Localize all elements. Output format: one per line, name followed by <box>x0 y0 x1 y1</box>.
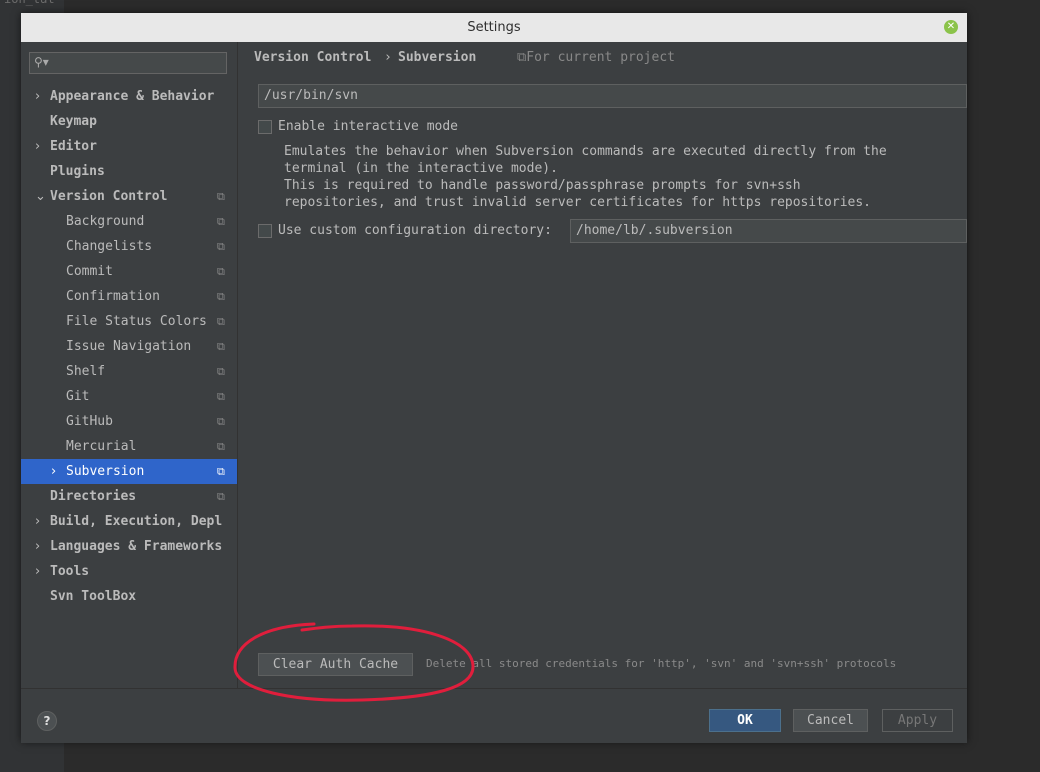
sidebar-item-label: Subversion <box>66 464 145 479</box>
sidebar-item-label: Background <box>66 214 145 229</box>
sidebar-item-label: Editor <box>50 139 97 154</box>
custom-config-dir-label[interactable]: Use custom configuration directory: <box>278 223 552 238</box>
chevron-right-icon[interactable]: › <box>35 509 40 534</box>
sidebar-item[interactable]: Git ⧉ <box>21 384 237 409</box>
sidebar-item-label: Shelf <box>66 364 106 379</box>
sidebar-item-label: File Status Colors <box>66 314 207 329</box>
project-scope-icon: ⧉ <box>217 415 225 428</box>
sidebar-item[interactable]: GitHub ⧉ <box>21 409 237 434</box>
project-scope-icon: ⧉ <box>217 340 225 353</box>
sidebar-item[interactable]: Keymap <box>21 109 237 134</box>
settings-dialog: Settings ✕ ⚲▾ › Appearance & Behavior Keym… <box>21 13 967 743</box>
breadcrumb-version-control[interactable]: Version Control <box>254 50 371 65</box>
sidebar-item[interactable]: Changelists ⧉ <box>21 234 237 259</box>
sidebar-item[interactable]: Commit ⧉ <box>21 259 237 284</box>
dialog-footer: ? OK Cancel Apply <box>21 688 967 743</box>
sidebar-item-label: Svn ToolBox <box>50 589 137 604</box>
chevron-right-icon[interactable]: › <box>35 534 40 559</box>
sidebar-item[interactable]: Svn ToolBox <box>21 584 237 609</box>
sidebar-item[interactable]: › Tools <box>21 559 237 584</box>
sidebar-item[interactable]: Shelf ⧉ <box>21 359 237 384</box>
chevron-right-icon[interactable]: › <box>51 459 56 484</box>
apply-button: Apply <box>882 709 953 732</box>
description-line-3: This is required to handle password/pass… <box>284 178 801 193</box>
sidebar-item[interactable]: Mercurial ⧉ <box>21 434 237 459</box>
project-scope-icon: ⧉ <box>217 240 225 253</box>
cancel-button[interactable]: Cancel <box>793 709 868 732</box>
sidebar-item-label: Issue Navigation <box>66 339 192 354</box>
clear-auth-cache-button[interactable]: Clear Auth Cache <box>258 653 413 676</box>
clear-auth-cache-description: Delete all stored credentials for 'http'… <box>426 657 897 670</box>
sidebar-item-label: Mercurial <box>66 439 137 454</box>
chevron-right-icon[interactable]: › <box>35 559 40 584</box>
project-scope-icon: ⧉ <box>217 315 225 328</box>
sidebar-item-label: Appearance & Behavior <box>50 89 215 104</box>
project-scope-icon: ⧉ <box>217 290 225 303</box>
sidebar-item-label: Languages & Frameworks <box>50 539 223 554</box>
ok-button[interactable]: OK <box>709 709 781 732</box>
sidebar-item[interactable]: Directories ⧉ <box>21 484 237 509</box>
sidebar-item-label: Keymap <box>50 114 97 129</box>
sidebar-item-label: Changelists <box>66 239 153 254</box>
sidebar-item-label: Confirmation <box>66 289 160 304</box>
description-line-4: repositories, and trust invalid server c… <box>284 195 871 210</box>
title-bar: Settings ✕ <box>21 13 967 42</box>
sidebar-item-label: Git <box>66 389 90 404</box>
project-scope-icon: ⧉ <box>217 265 225 278</box>
search-icon: ⚲▾ <box>34 55 49 69</box>
project-scope-icon: ⧉ <box>217 215 225 228</box>
description-line-2: terminal (in the interactive mode). <box>284 161 558 176</box>
interactive-mode-label[interactable]: Enable interactive mode <box>278 119 458 134</box>
description-line-1: Emulates the behavior when Subversion co… <box>284 144 887 159</box>
chevron-right-icon[interactable]: › <box>35 134 40 159</box>
sidebar-item-label: Tools <box>50 564 90 579</box>
sidebar-item-label: Build, Execution, Depl <box>50 514 223 529</box>
sidebar-item[interactable]: Plugins <box>21 159 237 184</box>
sidebar-item[interactable]: › Editor <box>21 134 237 159</box>
sidebar-item[interactable]: › Build, Execution, Depl <box>21 509 237 534</box>
sidebar-item[interactable]: ⌄ Version Control ⧉ <box>21 184 237 209</box>
interactive-mode-checkbox[interactable] <box>258 120 272 134</box>
sidebar-item[interactable]: Background ⧉ <box>21 209 237 234</box>
sidebar-item[interactable]: › Appearance & Behavior <box>21 84 237 109</box>
sidebar-item[interactable]: Issue Navigation ⧉ <box>21 334 237 359</box>
custom-config-dir-input[interactable]: /home/lb/.subversion <box>570 219 967 243</box>
project-scope-icon: ⧉ <box>217 490 225 503</box>
chevron-down-icon[interactable]: ⌄ <box>35 184 46 209</box>
project-scope-label: ⧉For current project <box>517 50 675 65</box>
subversion-settings-panel: Version Control › Subversion ⧉For curren… <box>238 42 967 688</box>
custom-config-dir-checkbox[interactable] <box>258 224 272 238</box>
svn-path-input[interactable]: /usr/bin/svn <box>258 84 967 108</box>
project-scope-icon: ⧉ <box>217 465 225 478</box>
sidebar-item-label: Version Control <box>50 189 168 204</box>
sidebar-item[interactable]: Confirmation ⧉ <box>21 284 237 309</box>
project-scope-icon: ⧉ <box>217 365 225 378</box>
breadcrumb-separator: › <box>384 50 392 65</box>
project-scope-icon: ⧉ <box>217 390 225 403</box>
sidebar-item-label: Plugins <box>50 164 105 179</box>
sidebar-item[interactable]: › Subversion ⧉ <box>21 459 237 484</box>
background-editor-text: ion_tat <box>4 0 55 6</box>
dialog-title: Settings <box>467 20 521 35</box>
sidebar-item-label: GitHub <box>66 414 113 429</box>
sidebar-item-label: Commit <box>66 264 113 279</box>
help-button[interactable]: ? <box>37 711 57 731</box>
sidebar-item[interactable]: File Status Colors ⧉ <box>21 309 237 334</box>
project-scope-icon: ⧉ <box>217 440 225 453</box>
chevron-right-icon[interactable]: › <box>35 84 40 109</box>
settings-sidebar: ⚲▾ › Appearance & Behavior Keymap › Editor Pl… <box>21 42 238 688</box>
sidebar-item[interactable]: › Languages & Frameworks <box>21 534 237 559</box>
sidebar-item-label: Directories <box>50 489 137 504</box>
project-scope-icon: ⧉ <box>217 190 225 203</box>
close-button[interactable]: ✕ <box>944 20 958 34</box>
breadcrumb-subversion: Subversion <box>398 50 477 65</box>
search-input[interactable]: ⚲▾ <box>29 52 227 74</box>
